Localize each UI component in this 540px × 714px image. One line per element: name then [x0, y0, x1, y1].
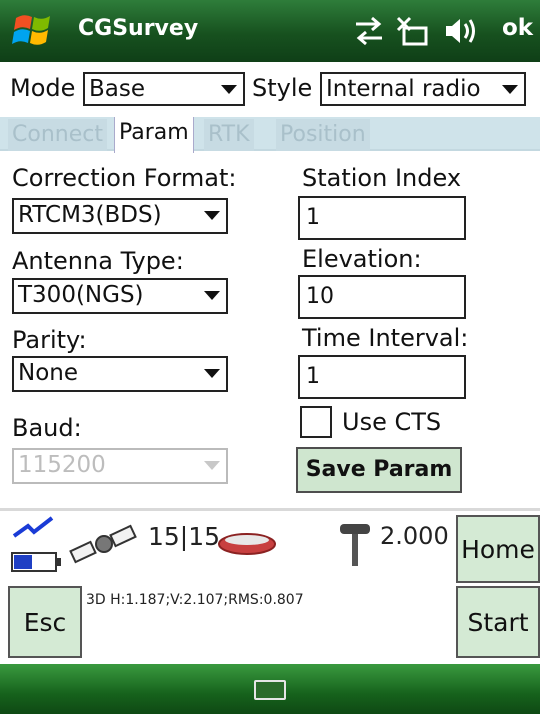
receiver-icon [218, 533, 276, 555]
style-value: Internal radio [326, 76, 481, 102]
connectivity-icon [356, 16, 382, 46]
style-select[interactable]: Internal radio [320, 72, 526, 106]
mode-select[interactable]: Base [83, 72, 245, 106]
baud-select[interactable]: 115200 [12, 448, 228, 484]
chevron-down-icon [204, 369, 220, 378]
correction-format-label: Correction Format: [12, 164, 237, 192]
station-index-input[interactable]: 1 [298, 196, 466, 240]
esc-button[interactable]: Esc [8, 586, 82, 658]
time-interval-label: Time Interval: [302, 324, 469, 352]
parity-value: None [18, 360, 79, 386]
tab-param[interactable]: Param [114, 117, 194, 153]
correction-format-value: RTCM3(BDS) [18, 202, 162, 228]
antenna-type-select[interactable]: T300(NGS) [12, 278, 228, 314]
ok-button[interactable]: ok [502, 15, 533, 41]
tab-rtk[interactable]: RTK [204, 119, 254, 151]
chevron-down-icon [204, 461, 220, 470]
antenna-type-label: Antenna Type: [12, 247, 184, 275]
antenna-pole-icon [340, 524, 370, 566]
baud-value: 115200 [18, 452, 106, 478]
tab-strip: Connect Param RTK Position [0, 117, 540, 153]
elevation-label: Elevation: [302, 245, 422, 273]
use-cts-checkbox[interactable] [300, 406, 332, 438]
chevron-down-icon [221, 85, 237, 94]
style-label: Style [252, 74, 313, 102]
title-bar: CGSurvey ok [0, 0, 540, 62]
bottom-bar [0, 664, 540, 714]
solution-status: 3D H:1.187;V:2.107;RMS:0.807 [86, 592, 304, 608]
chevron-down-icon [204, 211, 220, 220]
antenna-type-value: T300(NGS) [18, 282, 144, 308]
antenna-height: 2.000 [380, 522, 449, 550]
volume-icon[interactable] [442, 14, 482, 48]
use-cts-label: Use CTS [342, 408, 442, 436]
start-button[interactable]: Start [456, 586, 540, 658]
satellite-count: 15|15 [148, 522, 221, 551]
satellite-icon [69, 524, 137, 564]
parity-label: Parity: [12, 326, 87, 354]
time-interval-input[interactable]: 1 [298, 355, 466, 399]
save-param-button[interactable]: Save Param [296, 447, 462, 493]
elevation-input[interactable]: 10 [298, 275, 466, 319]
correction-format-select[interactable]: RTCM3(BDS) [12, 198, 228, 234]
station-index-label: Station Index [302, 164, 462, 192]
parity-select[interactable]: None [12, 356, 228, 392]
app-title: CGSurvey [78, 16, 199, 41]
keyboard-icon[interactable] [254, 680, 286, 700]
divider [0, 508, 540, 511]
chevron-down-icon [502, 85, 518, 94]
tab-connect[interactable]: Connect [8, 119, 107, 151]
battery-icon [11, 552, 61, 572]
baud-label: Baud: [12, 414, 82, 442]
mode-label: Mode [10, 74, 76, 102]
mode-value: Base [89, 76, 146, 102]
chevron-down-icon [204, 291, 220, 300]
home-button[interactable]: Home [456, 515, 540, 583]
sync-icon [396, 16, 428, 46]
windows-start-icon[interactable] [12, 10, 56, 50]
tab-position[interactable]: Position [276, 119, 370, 151]
radio-link-icon [12, 516, 54, 538]
